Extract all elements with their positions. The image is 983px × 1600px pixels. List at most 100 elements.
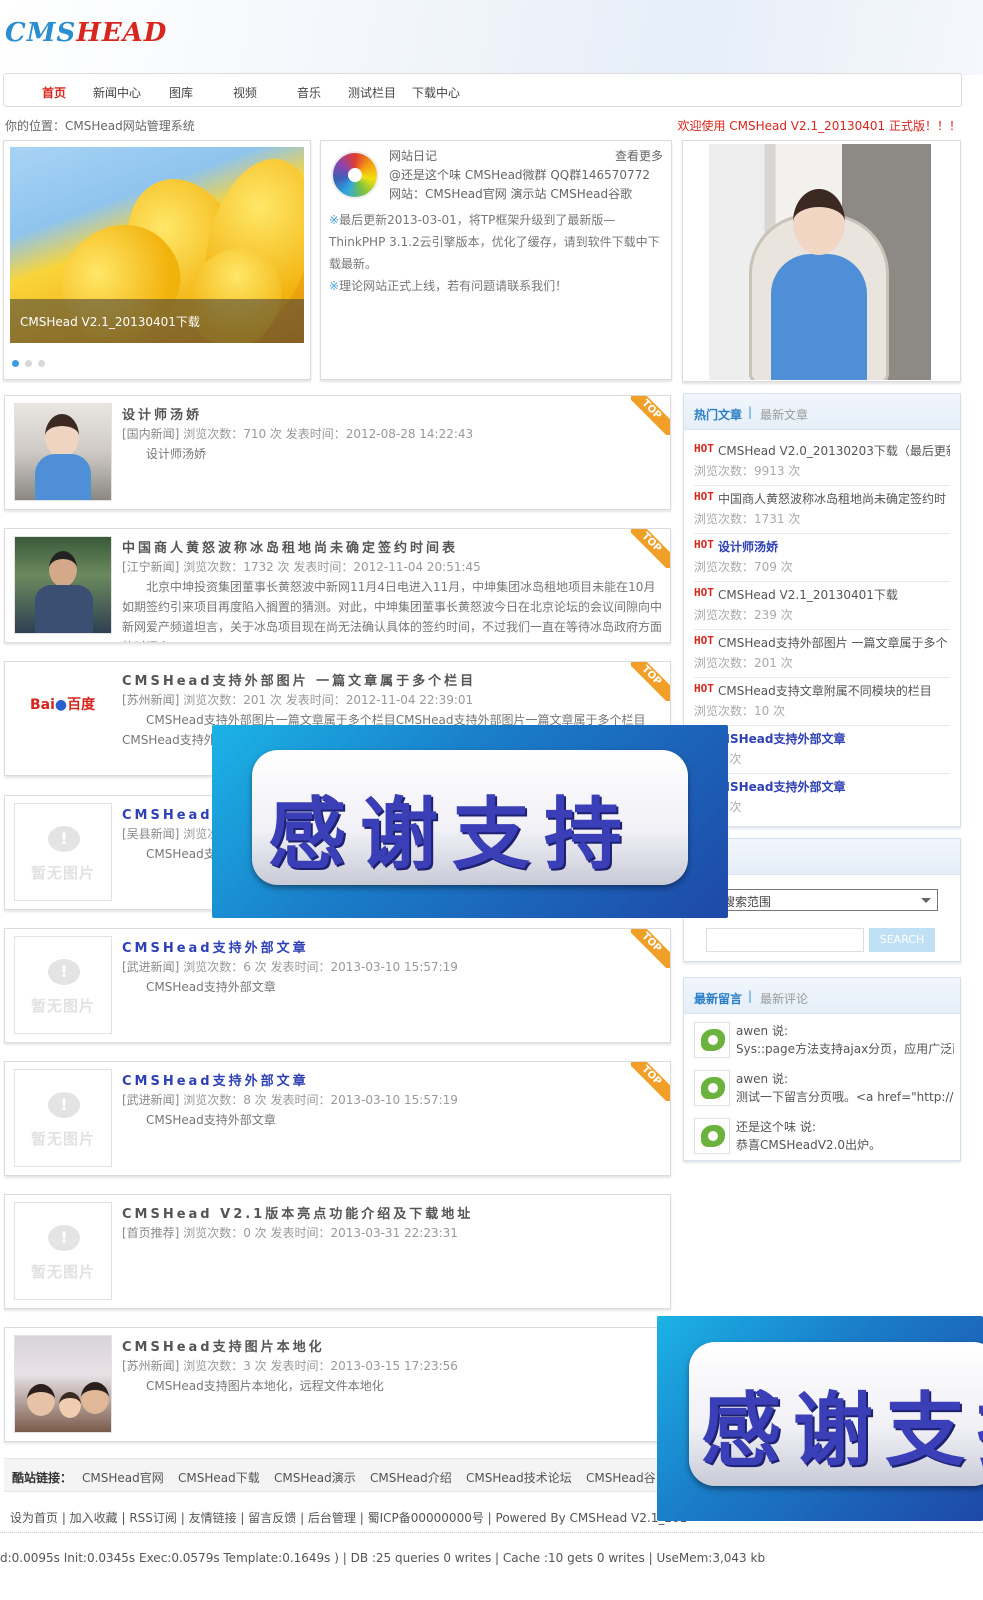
article-title[interactable]: CMSHead支持外部文章 — [122, 937, 309, 956]
message-item: awen 说: 测试一下留言分页哦。<a href="http://w — [694, 1068, 954, 1114]
hot-item[interactable]: MSHead支持外部文章数：8 次 — [694, 726, 950, 774]
top-label: TOP — [631, 1062, 670, 1101]
message-text[interactable]: 测试一下留言分页哦。<a href="http://w — [736, 1088, 954, 1105]
portrait-image[interactable] — [709, 144, 931, 380]
footer-links[interactable]: 设为首页 | 加入收藏 | RSS订阅 | 友情链接 | 留言反馈 | 后台管理… — [10, 1509, 687, 1526]
article-category[interactable]: [吴县新闻] — [122, 827, 179, 841]
article-meta: [武进新闻] 浏览次数：8 次 发表时间：2013-03-10 15:57:19 — [122, 1091, 458, 1108]
article-card: 设计师汤娇 [国内新闻] 浏览次数：710 次 发表时间：2012-08-28 … — [4, 395, 671, 510]
article-thumbnail[interactable] — [14, 536, 112, 634]
article-thumbnail[interactable] — [14, 403, 112, 501]
search-scope-select[interactable]: 择搜索范围 — [704, 889, 938, 911]
nav-video[interactable]: 视频 — [233, 84, 257, 101]
nav-music[interactable]: 音乐 — [297, 84, 321, 101]
hot-item-title[interactable]: CMSHead支持文章附属不同模块的栏目 — [718, 682, 950, 699]
hot-item[interactable]: HOT 设计师汤娇 浏览次数：709 次 — [694, 534, 950, 582]
tab-latest-articles[interactable]: 最新文章 — [760, 406, 808, 423]
slide-image[interactable]: CMSHead V2.1_20130401下载 — [10, 147, 304, 343]
tab-hot-articles[interactable]: 热门文章 — [694, 406, 742, 423]
article-thumbnail[interactable] — [14, 1335, 112, 1433]
hot-item-views: 浏览次数：239 次 — [694, 608, 793, 622]
article-stats: 浏览次数：0 次 发表时间：2013-03-31 22:23:31 — [179, 1226, 458, 1240]
article-title[interactable]: 设计师汤娇 — [122, 404, 202, 423]
hot-item-title[interactable]: MSHead支持外部文章 — [718, 778, 950, 795]
article-category[interactable]: [武进新闻] — [122, 1093, 179, 1107]
more-link[interactable]: 查看更多 — [615, 147, 663, 164]
nav-home[interactable]: 首页 — [42, 84, 66, 101]
article-title[interactable]: CMSHead支持外部图片 一篇文章属于多个栏目 — [122, 670, 476, 689]
nav-download[interactable]: 下载中心 — [412, 84, 460, 101]
hot-item[interactable]: HOT 中国商人黄怒波称冰岛租地尚未确定签约时 浏览次数：1731 次 — [694, 486, 950, 534]
friend-link[interactable]: CMSHead谷 — [586, 1469, 656, 1486]
article-category[interactable]: [江宁新闻] — [122, 560, 179, 574]
hot-item-title[interactable]: CMSHead V2.1_20130401下载 — [718, 586, 950, 603]
hot-item-title[interactable]: CMSHead V2.0_20130203下载（最后更新 — [718, 442, 950, 459]
hot-item-views: 浏览次数：201 次 — [694, 656, 793, 670]
search-button[interactable]: SEARCH — [869, 928, 935, 952]
hot-item-title[interactable]: 中国商人黄怒波称冰岛租地尚未确定签约时 — [718, 490, 950, 507]
hot-badge: HOT — [694, 442, 714, 455]
message-user: awen 说: — [736, 1024, 789, 1038]
article-thumbnail[interactable]: Bai●百度 — [14, 669, 112, 767]
message-avatar-icon — [694, 1070, 730, 1106]
article-category[interactable]: [国内新闻] — [122, 427, 179, 441]
article-category[interactable]: [苏州新闻] — [122, 693, 179, 707]
baidu-logo-text: Bai — [30, 697, 55, 713]
article-category[interactable]: [首页推荐] — [122, 1226, 179, 1240]
article-title[interactable]: CMSHead支持图片本地化 — [122, 1336, 325, 1355]
hot-item-title[interactable]: 设计师汤娇 — [718, 538, 950, 555]
friend-link[interactable]: CMSHead介绍 — [370, 1469, 452, 1486]
breadcrumb: 你的位置：CMSHead网站管理系统 — [5, 119, 195, 133]
hot-item-title[interactable]: CMSHead支持外部图片 一篇文章属于多个 — [718, 634, 950, 651]
slide-caption[interactable]: CMSHead V2.1_20130401下载 — [10, 299, 304, 343]
site-logo[interactable]: CMSHEAD — [5, 18, 167, 48]
thanks-popup[interactable]: 感谢支持 — [657, 1316, 983, 1521]
message-avatar-icon — [694, 1118, 730, 1154]
latest-messages-panel: 最新留言 | 最新评论 awen 说: Sys::page方法支持ajax分页，应… — [683, 977, 961, 1161]
friend-link[interactable]: CMSHead官网 — [82, 1469, 164, 1486]
message-text[interactable]: Sys::page方法支持ajax分页，应用广泛而 — [736, 1040, 954, 1057]
nav-gallery[interactable]: 图库 — [169, 84, 193, 101]
article-summary: CMSHead支持图片本地化，远程文件本地化 — [146, 1379, 384, 1393]
friend-link[interactable]: CMSHead下载 — [178, 1469, 260, 1486]
hot-item[interactable]: HOT CMSHead支持文章附属不同模块的栏目 浏览次数：10 次 — [694, 678, 950, 726]
nav-test[interactable]: 测试栏目 — [348, 84, 396, 101]
message-user: awen 说: — [736, 1072, 789, 1086]
hot-item[interactable]: HOT CMSHead V2.1_20130401下载 浏览次数：239 次 — [694, 582, 950, 630]
no-image-placeholder[interactable]: ! 暂无图片 — [14, 936, 112, 1034]
no-image-placeholder[interactable]: ! 暂无图片 — [14, 803, 112, 901]
slider-dot[interactable] — [25, 360, 32, 367]
tab-latest-messages[interactable]: 最新留言 — [694, 990, 742, 1007]
article-title[interactable]: CMSHead V2.1版本亮点功能介绍及下载地址 — [122, 1203, 473, 1222]
diary-avatar — [331, 151, 379, 199]
no-image-placeholder[interactable]: ! 暂无图片 — [14, 1069, 112, 1167]
thanks-popup[interactable]: 感谢支持 — [212, 725, 728, 918]
friend-link[interactable]: CMSHead演示 — [274, 1469, 356, 1486]
article-category[interactable]: [武进新闻] — [122, 960, 179, 974]
no-image-placeholder[interactable]: ! 暂无图片 — [14, 1202, 112, 1300]
slider-dot[interactable] — [38, 360, 45, 367]
article-title[interactable]: 中国商人黄怒波称冰岛租地尚未确定签约时间表 — [122, 537, 458, 556]
tab-latest-comments[interactable]: 最新评论 — [760, 990, 808, 1007]
hot-item[interactable]: HOT CMSHead支持外部图片 一篇文章属于多个 浏览次数：201 次 — [694, 630, 950, 678]
welcome-banner: 欢迎使用 CMSHead V2.1_20130401 正式版！！！ — [677, 119, 961, 133]
article-meta: [国内新闻] 浏览次数：710 次 发表时间：2012-08-28 14:22:… — [122, 425, 473, 442]
message-text[interactable]: 恭喜CMSHeadV2.0出炉。 — [736, 1136, 954, 1153]
slider-dot[interactable] — [12, 360, 19, 367]
article-title[interactable]: CMSHead支持外部文章 — [122, 1070, 309, 1089]
no-image-text: 暂无图片 — [30, 1130, 95, 1148]
top-label: TOP — [631, 529, 670, 568]
search-input[interactable] — [706, 928, 864, 952]
article-category[interactable]: [苏州新闻] — [122, 1359, 179, 1373]
divider — [0, 1532, 983, 1533]
top-label: TOP — [631, 662, 670, 701]
article-summary: CMSHead支持外部文章 — [146, 980, 276, 994]
hot-item[interactable]: MSHead支持外部文章数：6 次 — [694, 774, 950, 822]
article-card: ! 暂无图片 CMSHead V2.1版本亮点功能介绍及下载地址 [首页推荐] … — [4, 1194, 671, 1309]
friend-link[interactable]: CMSHead技术论坛 — [466, 1469, 572, 1486]
nav-news[interactable]: 新闻中心 — [93, 84, 141, 101]
no-image-text: 暂无图片 — [30, 864, 95, 882]
hot-item-title[interactable]: MSHead支持外部文章 — [718, 730, 950, 747]
hot-item[interactable]: HOT CMSHead V2.0_20130203下载（最后更新 浏览次数：9913… — [694, 438, 950, 486]
article-meta: [首页推荐] 浏览次数：0 次 发表时间：2013-03-31 22:23:31 — [122, 1224, 458, 1241]
